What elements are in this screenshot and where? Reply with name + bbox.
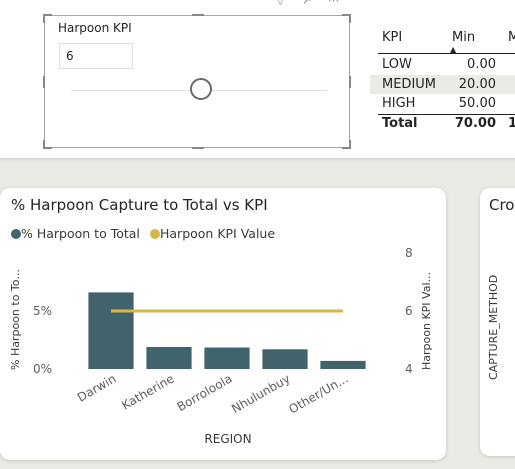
table-row: MEDIUM 20.00 <box>370 75 515 94</box>
bar-other-un[interactable] <box>320 360 366 369</box>
header-divider <box>378 53 515 54</box>
y-right-tick-label: 4 <box>405 362 413 376</box>
table-header-row: KPI Min M <box>370 28 515 47</box>
kpi-table: KPI Min M ▲ LOW 0.00 MEDIUM 20.00 HIGH 5… <box>370 22 515 142</box>
cell-total-max: 1 <box>508 116 515 131</box>
y-right-axis-label: Harpoon KPI Val... <box>420 272 433 370</box>
cell-kpi: MEDIUM <box>382 77 437 92</box>
y-right-tick-label: 8 <box>405 246 413 260</box>
cell-total-min: 70.00 <box>454 116 496 131</box>
y-left-tick-label: 5% <box>33 304 52 318</box>
cell-min: 20.00 <box>458 77 496 92</box>
x-axis-label: REGION <box>204 432 251 446</box>
resize-handle[interactable] <box>342 140 351 149</box>
y-right-tick-label: 6 <box>405 304 413 318</box>
resize-handle[interactable] <box>192 147 204 149</box>
x-tick-label: Darwin <box>75 371 119 404</box>
slider-thumb[interactable] <box>190 78 212 100</box>
cell-kpi: HIGH <box>382 96 416 111</box>
combo-chart: 0% 5% 4 6 8 Darwin KatherineBorroloolaNhulun… <box>9 246 433 446</box>
resize-handle[interactable] <box>349 76 351 88</box>
bar-borroloola[interactable] <box>204 347 250 370</box>
capture-method-axis-label: CAPTURE_METHOD <box>487 274 500 380</box>
column-header-kpi[interactable]: KPI <box>382 28 402 47</box>
bar-darwin[interactable] <box>88 292 134 369</box>
resize-handle[interactable] <box>43 14 52 23</box>
capture-method-title: Cro <box>489 196 515 214</box>
x-tick-label: Other/Un... <box>286 371 350 416</box>
x-tick-label: Nhulunbuy <box>229 371 292 416</box>
table-row: LOW 0.00 <box>370 55 515 74</box>
bar-katherine[interactable] <box>146 347 192 369</box>
cell-min: 0.00 <box>467 57 496 72</box>
x-tick-label: Katherine <box>119 371 176 412</box>
table-row: HIGH 50.00 <box>370 94 515 113</box>
slicer-title: Harpoon KPI <box>58 21 132 35</box>
harpoon-kpi-slicer[interactable]: Harpoon KPI 6 <box>43 14 351 149</box>
resize-handle[interactable] <box>43 76 45 88</box>
filter-icon[interactable]: ▽ <box>276 0 284 7</box>
column-header-max[interactable]: M <box>508 28 515 47</box>
more-options-icon[interactable]: ⋯ <box>328 0 339 7</box>
resize-handle[interactable] <box>192 14 204 16</box>
x-tick-label: Borroloola <box>175 371 235 414</box>
focus-mode-icon[interactable]: ↗ <box>302 0 311 7</box>
resize-handle[interactable] <box>43 140 52 149</box>
y-left-tick-label: 0% <box>33 362 52 376</box>
cell-total-label: Total <box>382 116 418 131</box>
visual-header-icons: ▽ ↗ ⋯ <box>276 0 356 8</box>
slicer-value-input[interactable]: 6 <box>59 43 133 69</box>
resize-handle[interactable] <box>342 14 351 23</box>
table-total-row: Total 70.00 1 <box>370 114 515 133</box>
cell-kpi: LOW <box>382 57 412 72</box>
column-header-min[interactable]: Min <box>452 28 500 47</box>
bar-nhulunbuy[interactable] <box>262 349 308 369</box>
cell-min: 50.00 <box>458 96 496 111</box>
y-left-axis-label: % Harpoon to To... <box>9 269 22 370</box>
